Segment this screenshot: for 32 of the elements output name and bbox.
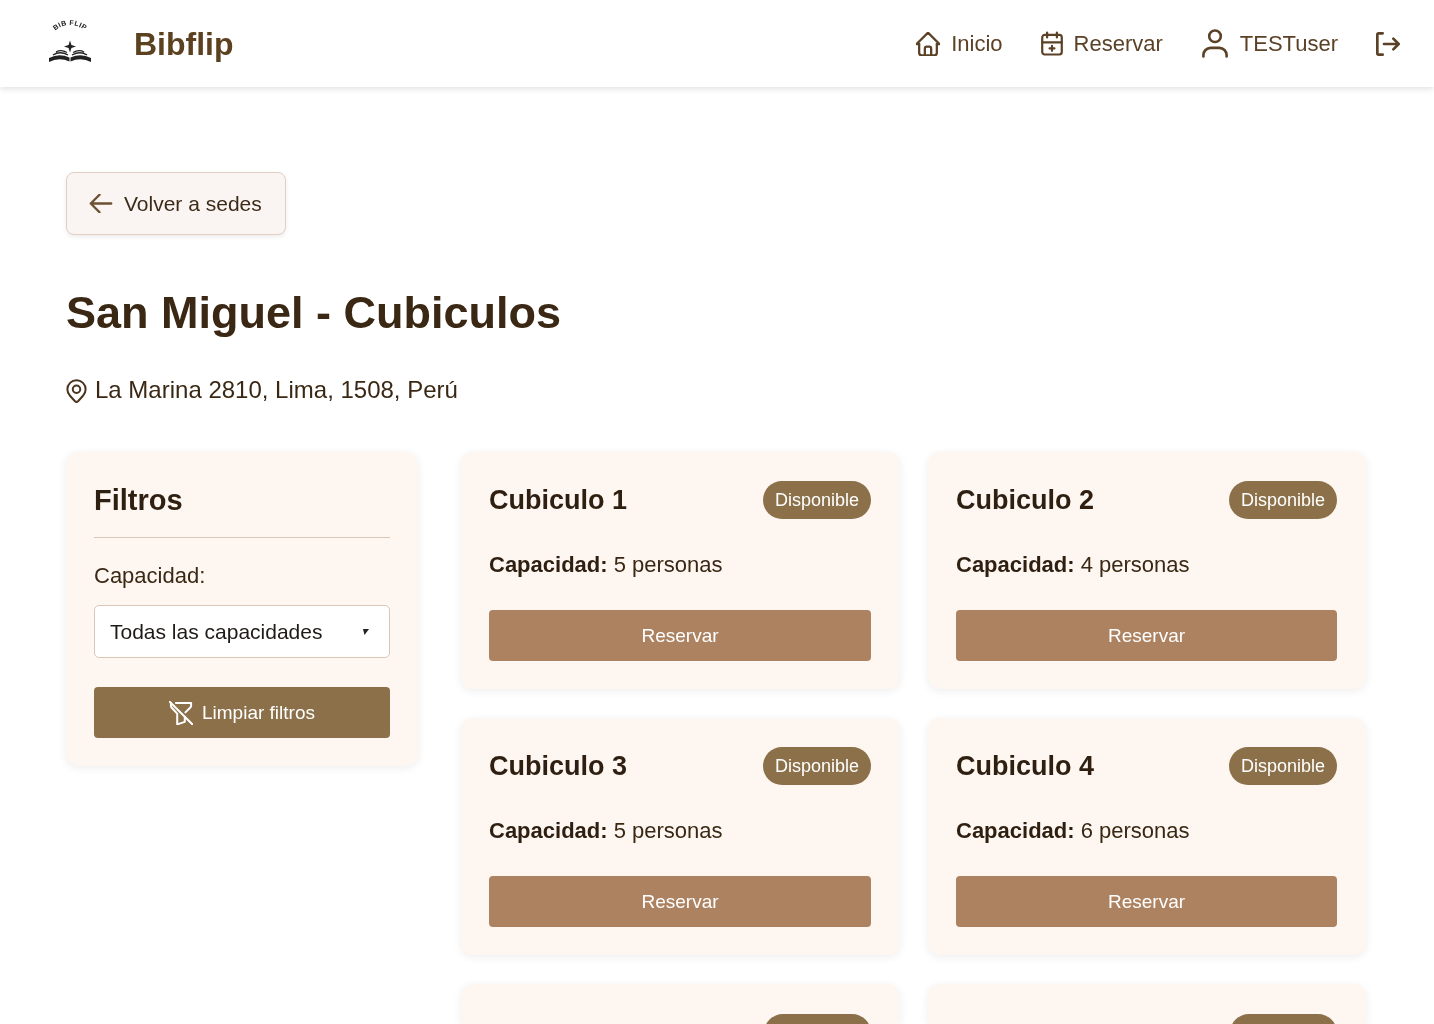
page-title: San Miguel - Cubiculos [66, 287, 562, 339]
status-badge: Disponible [762, 481, 871, 519]
capacity-text: Capacidad: 6 personas [956, 818, 1190, 844]
room-title: Cubiculo 2 [956, 484, 1094, 516]
home-link[interactable]: Inicio [916, 29, 1003, 58]
capacity-select[interactable]: Todas las capacidades [94, 605, 390, 658]
status-badge: Disponible [762, 747, 871, 785]
map-pin-icon [66, 377, 87, 403]
arrow-left-icon [89, 194, 113, 213]
address-text: La Marina 2810, Lima, 1508, Perú [95, 376, 458, 404]
clear-filters-button[interactable]: Limpiar filtros [94, 687, 390, 738]
logout-button[interactable] [1376, 31, 1400, 56]
home-icon [916, 31, 941, 56]
capacity-text: Capacidad: 5 personas [489, 818, 723, 844]
status-badge: Disponible [1228, 481, 1337, 519]
brand-name[interactable]: Bibflip [134, 23, 234, 64]
room-title: Cubiculo 1 [489, 484, 627, 516]
logout-icon [1376, 31, 1400, 56]
back-button[interactable]: Volver a sedes [66, 172, 286, 235]
capacity-label: Capacidad: [94, 563, 206, 589]
status-badge: Disponible [1228, 747, 1337, 785]
caret-icon [363, 628, 369, 635]
filter-off-icon [169, 700, 193, 725]
capacity-text: Capacidad: 4 personas [956, 552, 1190, 578]
reserve-link[interactable]: Reservar [1040, 29, 1163, 58]
room-title: Cubiculo 4 [956, 750, 1094, 782]
calendar-plus-icon [1040, 31, 1063, 56]
user-icon [1200, 29, 1229, 58]
user-link[interactable]: TESTuser [1200, 29, 1338, 58]
room-title: Cubiculo 3 [489, 750, 627, 782]
filters-title: Filtros [94, 483, 183, 517]
capacity-text: Capacidad: 5 personas [489, 552, 723, 578]
